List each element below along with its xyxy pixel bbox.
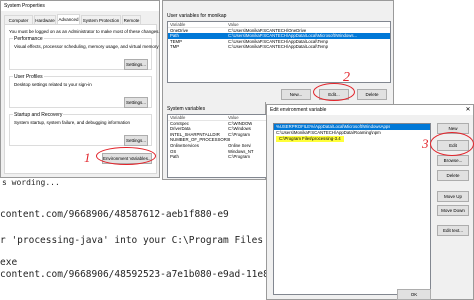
column-variable: Variable	[170, 22, 186, 27]
edit-env-titlebar: Edit environment variable ✕	[267, 105, 473, 115]
window-title: System Properties	[4, 3, 45, 9]
user-new-button[interactable]: New...	[281, 89, 311, 100]
user-profiles-group: User Profiles Desktop settings related t…	[9, 74, 152, 108]
browse-button[interactable]: Browse...	[437, 155, 469, 166]
system-variables-title: System variables	[167, 106, 206, 112]
bg-fragment: s wording...	[2, 178, 60, 187]
user-profiles-desc: Desktop settings related to your sign-in	[14, 82, 92, 87]
close-icon[interactable]: ✕	[463, 105, 473, 115]
annotation-mark-1: 1	[84, 150, 91, 165]
startup-settings-button[interactable]: Settings...	[124, 135, 148, 146]
column-value: Value	[228, 22, 239, 27]
ok-button[interactable]: OK	[397, 289, 431, 300]
variable-value: C:\Program	[228, 131, 250, 137]
tab-computer-name[interactable]: Computer Name	[4, 15, 33, 32]
bg-line-1: content.com/9668906/48587612-aeb1f880-e9	[0, 209, 229, 220]
system-variables-list[interactable]: Variable Value ComSpec C:\WINDOW DriverDa…	[167, 114, 267, 178]
system-properties-titlebar: System Properties	[1, 1, 159, 11]
variable-name: TMP	[170, 44, 180, 50]
performance-title: Performance	[13, 36, 44, 42]
edit-text-button[interactable]: Edit text...	[437, 225, 469, 236]
performance-desc: Visual effects, processor scheduling, me…	[14, 44, 159, 49]
path-entries-list[interactable]: %USERPROFILE%\AppData\Local\Microsoft\Wi…	[273, 123, 431, 295]
system-variables-panel: System variables Variable Value ComSpec C…	[162, 102, 267, 180]
performance-settings-button[interactable]: Settings...	[124, 59, 148, 70]
user-delete-button[interactable]: Delete	[357, 89, 387, 100]
performance-group: Performance Visual effects, processor sc…	[9, 36, 159, 70]
column-variable: Variable	[170, 115, 186, 120]
startup-title: Startup and Recovery	[13, 112, 64, 118]
path-entry-text: C:\Program Files\processing-3.4	[276, 136, 344, 142]
tab-system-protection[interactable]: System Protection	[81, 15, 121, 24]
variable-value: C:\Users\MonikaP.SCANTECH\AppData\Local\…	[228, 44, 328, 50]
environment-variables-window: User variables for monikap Variable Valu…	[162, 0, 394, 112]
table-row[interactable]: TMP C:\Users\MonikaP.SCANTECH\AppData\Lo…	[168, 44, 390, 50]
tab-remote[interactable]: Remote	[122, 15, 141, 24]
variable-name: Path	[170, 154, 179, 160]
admin-note: You must be logged on as an Administrato…	[9, 29, 160, 34]
annotation-mark-2: 2	[343, 70, 350, 85]
bg-line-3: exe	[0, 257, 18, 268]
tab-hardware[interactable]: Hardware	[34, 15, 56, 24]
annotation-mark-3: 3	[422, 136, 429, 151]
move-up-button[interactable]: Move Up	[437, 191, 469, 202]
annotation-circle-edit-entry-button	[430, 132, 474, 156]
column-value: Value	[228, 115, 239, 120]
path-entry-highlighted[interactable]: C:\Program Files\processing-3.4	[274, 136, 430, 142]
table-row[interactable]: Path C:\Program	[168, 154, 267, 160]
delete-entry-button[interactable]: Delete	[437, 170, 469, 181]
variable-value: C:\Program	[228, 154, 250, 160]
user-profiles-title: User Profiles	[13, 74, 44, 80]
user-profiles-settings-button[interactable]: Settings...	[124, 97, 148, 108]
startup-desc: System startup, system failure, and debu…	[14, 120, 131, 125]
tab-advanced[interactable]: Advanced	[57, 14, 80, 24]
startup-group: Startup and Recovery System startup, sys…	[9, 112, 152, 146]
user-variables-title: User variables for monikap	[167, 13, 227, 19]
edit-env-title: Edit environment variable	[270, 107, 327, 113]
annotation-circle-env-button	[96, 147, 156, 165]
move-down-button[interactable]: Move Down	[437, 205, 469, 216]
user-variables-list[interactable]: Variable Value OneDrive C:\Users\MonikaP…	[167, 21, 391, 83]
